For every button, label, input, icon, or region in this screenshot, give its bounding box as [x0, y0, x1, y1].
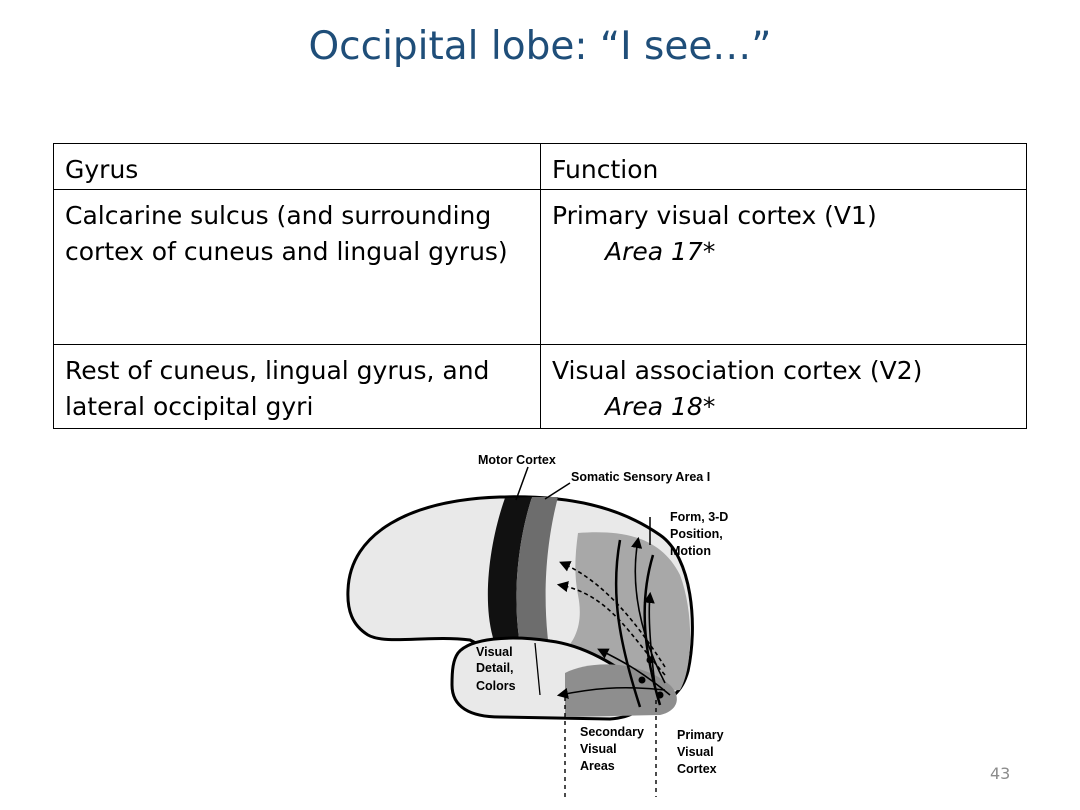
visual-detail-label-2: Detail,	[476, 661, 514, 675]
table-header-row: Gyrus Function	[53, 143, 1027, 190]
function-text: Primary visual cortex (V1)	[552, 201, 877, 230]
function-text: Visual association cortex (V2)	[552, 356, 923, 385]
secondary-visual-label-1: Secondary	[580, 725, 644, 739]
primary-visual-label-1: Primary	[677, 728, 724, 742]
secondary-visual-label-2: Visual	[580, 742, 617, 756]
visual-detail-label-3: Colors	[476, 679, 516, 693]
visual-detail-label-1: Visual	[476, 645, 513, 659]
header-gyrus: Gyrus	[53, 143, 541, 190]
form-label-2: Position,	[670, 527, 723, 541]
form-label-1: Form, 3-D	[670, 510, 728, 524]
function-cell: Primary visual cortex (V1) Area 17*	[540, 189, 1027, 345]
header-function: Function	[540, 143, 1027, 190]
gyrus-cell: Calcarine sulcus (and surrounding cortex…	[53, 189, 541, 345]
form-label-3: Motion	[670, 544, 711, 558]
table-row: Calcarine sulcus (and surrounding cortex…	[53, 189, 1027, 345]
gyrus-function-table: Gyrus Function Calcarine sulcus (and sur…	[53, 143, 1027, 429]
somatic-sensory-label: Somatic Sensory Area I	[571, 470, 710, 484]
gyrus-cell: Rest of cuneus, lingual gyrus, and later…	[53, 344, 541, 429]
brodmann-area: Area 17*	[605, 237, 716, 266]
page-number: 43	[990, 764, 1011, 783]
primary-visual-label-3: Cortex	[677, 762, 717, 776]
brain-diagram: Motor Cortex Somatic Sensory Area I Form…	[346, 453, 728, 797]
primary-visual-label-2: Visual	[677, 745, 714, 759]
secondary-visual-label-3: Areas	[580, 759, 615, 773]
table-row: Rest of cuneus, lingual gyrus, and later…	[53, 344, 1027, 429]
brodmann-area: Area 18*	[605, 392, 716, 421]
function-cell: Visual association cortex (V2) Area 18*	[540, 344, 1027, 429]
slide-title: Occipital lobe: “I see…”	[308, 24, 772, 69]
motor-cortex-label: Motor Cortex	[478, 453, 556, 467]
